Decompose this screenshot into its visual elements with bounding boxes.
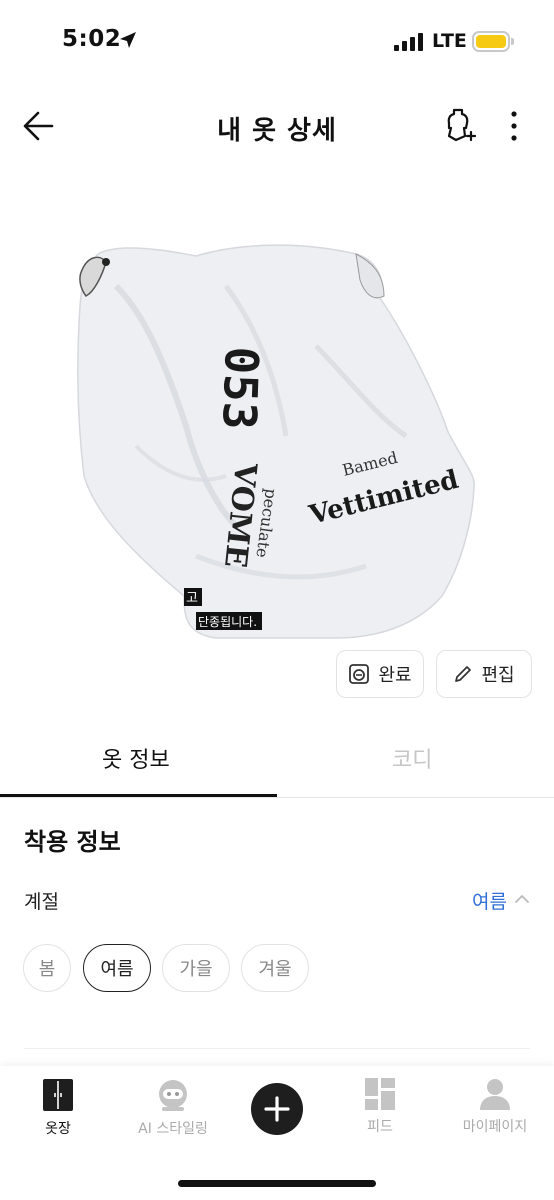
nav-ai-styling-label: AI 스타일링 <box>138 1121 208 1137</box>
nav-feed-label: 피드 <box>367 1119 393 1135</box>
more-vertical-icon[interactable] <box>502 106 526 146</box>
tab-active-indicator <box>0 794 277 797</box>
chevron-up-icon[interactable] <box>514 892 530 906</box>
person-icon <box>480 1079 510 1110</box>
nav-mypage-label: 마이페이지 <box>462 1119 528 1135</box>
robot-icon <box>159 1080 187 1111</box>
add-button[interactable] <box>251 1083 303 1135</box>
season-chip-summer[interactable]: 여름 <box>83 944 151 992</box>
battery-cap <box>511 38 514 45</box>
nav-closet-label: 옷장 <box>45 1121 71 1137</box>
tab-coordination[interactable]: 코디 <box>392 742 432 774</box>
season-chip-autumn[interactable]: 가을 <box>162 944 230 992</box>
season-selected-value[interactable]: 여름 <box>472 887 507 914</box>
done-button[interactable]: 완료 <box>336 650 424 698</box>
image-caption-line2: 단종됩니다. <box>198 615 257 629</box>
cellular-signal-icon <box>394 33 423 51</box>
status-time: 5:02 <box>62 26 122 52</box>
edit-button[interactable]: 편집 <box>436 650 532 698</box>
app-header: 내 옷 상세 <box>0 88 554 164</box>
edit-button-label: 편집 <box>481 665 515 686</box>
nav-ai-styling[interactable]: AI 스타일링 <box>118 1078 228 1138</box>
bottom-nav: 옷장 AI 스타일링 피드 마이페이지 <box>0 1066 554 1200</box>
clothing-image: 053 VOME peculate Vettimited Bamed 고 단종됩… <box>77 244 475 639</box>
tab-bar: 옷 정보 코디 <box>0 730 554 798</box>
svg-text:053: 053 <box>212 346 269 431</box>
wear-info-title: 착용 정보 <box>24 828 121 856</box>
tab-clothing-info[interactable]: 옷 정보 <box>102 742 170 774</box>
plus-icon <box>264 1096 290 1122</box>
done-button-label: 완료 <box>378 665 412 686</box>
nav-mypage[interactable]: 마이페이지 <box>440 1078 550 1136</box>
battery-icon <box>472 31 510 52</box>
image-caption-line1: 고 <box>186 591 198 606</box>
section-divider <box>24 1048 530 1049</box>
wardrobe-icon <box>43 1079 73 1111</box>
nav-closet[interactable]: 옷장 <box>3 1078 113 1138</box>
nav-feed[interactable]: 피드 <box>325 1078 435 1136</box>
washing-machine-icon <box>349 664 370 684</box>
feed-grid-icon <box>365 1078 395 1110</box>
status-bar: 5:02 LTE <box>0 0 554 84</box>
network-type: LTE <box>432 30 467 52</box>
home-indicator <box>178 1180 376 1187</box>
season-chip-spring[interactable]: 봄 <box>23 944 71 992</box>
season-label: 계절 <box>24 891 59 913</box>
pencil-icon <box>455 666 472 682</box>
location-arrow-icon <box>120 32 136 48</box>
mannequin-add-icon[interactable] <box>440 106 476 146</box>
season-chip-winter[interactable]: 겨울 <box>241 944 309 992</box>
